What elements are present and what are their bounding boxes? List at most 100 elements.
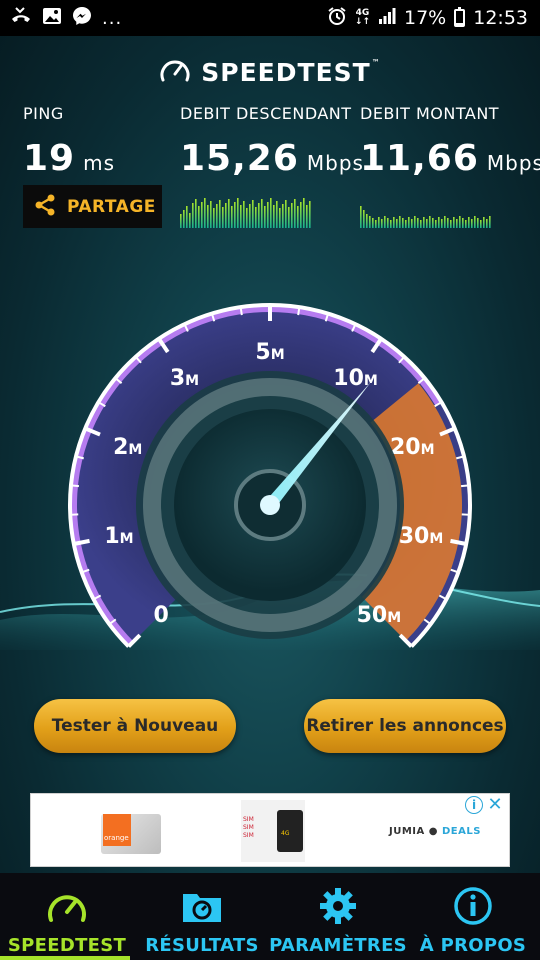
download-graph-bar xyxy=(219,200,221,228)
upload-graph-bar xyxy=(372,218,374,228)
download-graph-bar xyxy=(204,198,206,228)
download-graph-bar xyxy=(189,213,191,228)
download-graph-bar xyxy=(261,199,263,228)
ping-label: PING xyxy=(23,104,64,123)
download-unit: Mbps xyxy=(306,151,364,175)
upload-graph-bar xyxy=(471,219,473,228)
download-graph-bar xyxy=(303,198,305,228)
upload-graph-bar xyxy=(486,219,488,228)
retest-button[interactable]: Tester à Nouveau xyxy=(34,699,236,753)
nav-results[interactable]: RÉSULTATS xyxy=(134,873,270,960)
download-value: 15,26 Mbps xyxy=(180,138,364,179)
status-bar: ... 4G ↓↑ 17% 12:53 xyxy=(0,0,540,36)
upload-graph-bar xyxy=(411,219,413,228)
upload-graph-bar xyxy=(402,218,404,228)
nav-label-speedtest: SPEEDTEST xyxy=(7,935,127,956)
download-graph-bar xyxy=(243,201,245,228)
gauge-tick xyxy=(460,484,470,488)
download-graph-bar xyxy=(207,205,209,228)
upload-graph-bar xyxy=(480,220,482,228)
download-graph-bar xyxy=(198,206,200,228)
upload-graph-bar xyxy=(396,219,398,228)
battery-percent: 17% xyxy=(404,7,447,29)
upload-graph-bar xyxy=(477,218,479,228)
download-graph-bar xyxy=(231,206,233,228)
upload-value: 11,66 Mbps xyxy=(360,138,540,179)
download-graph-bar xyxy=(180,214,182,228)
upload-graph-bar xyxy=(441,219,443,228)
download-graph-bar xyxy=(297,206,299,228)
upload-graph-bar xyxy=(456,219,458,228)
upload-unit: Mbps xyxy=(486,151,540,175)
gauge-tick-label: 0 xyxy=(153,603,168,628)
ad-info-icon[interactable]: i xyxy=(465,796,483,814)
share-icon xyxy=(33,193,57,221)
upload-graph-bar xyxy=(399,216,401,228)
upload-graph-bar xyxy=(426,219,428,228)
signal-icon xyxy=(378,7,396,30)
gauge-tick xyxy=(70,484,80,488)
upload-graph-bar xyxy=(390,220,392,228)
upload-graph-bar xyxy=(423,217,425,228)
download-graph-bar xyxy=(294,199,296,228)
speed-gauge: 01M2M3M5M10M20M30M50M xyxy=(0,303,540,650)
download-graph-bar xyxy=(267,202,269,228)
image-icon xyxy=(42,7,62,29)
upload-graph-bar xyxy=(387,218,389,228)
upload-graph-bar xyxy=(489,216,491,228)
bottom-navigation: SPEEDTEST RÉSULTATS PARAMÈTRES À PROPOS xyxy=(0,873,540,960)
download-graph-bar xyxy=(291,203,293,228)
download-graph-bar xyxy=(306,205,308,228)
gauge-tick xyxy=(239,307,243,316)
upload-graph-bar xyxy=(468,217,470,228)
share-button[interactable]: PARTAGE xyxy=(23,185,162,228)
nav-label-about: À PROPOS xyxy=(419,935,527,956)
upload-graph-bar xyxy=(465,220,467,228)
status-bar-left: ... xyxy=(10,6,122,30)
upload-graph-bar xyxy=(444,216,446,228)
upload-graph-bar xyxy=(450,220,452,228)
download-graph-bar xyxy=(270,198,272,228)
upload-graph-bar xyxy=(438,217,440,228)
ad-brand: JUMIA ● DEALS xyxy=(389,826,481,837)
results-folder-icon xyxy=(180,885,224,927)
nav-about[interactable]: À PROPOS xyxy=(406,873,540,960)
download-graph-bar xyxy=(195,199,197,228)
upload-graph-bar xyxy=(408,217,410,228)
download-graph-bar xyxy=(258,203,260,228)
ad-sim-card-image: orange xyxy=(101,814,161,854)
upload-graph-bar xyxy=(366,214,368,228)
gauge-tick xyxy=(297,307,301,316)
gauge-icon xyxy=(45,885,89,927)
download-graph-bar xyxy=(237,198,239,228)
download-graph-bar xyxy=(279,208,281,228)
remove-ads-button[interactable]: Retirer les annonces xyxy=(304,699,506,753)
download-graph-bar xyxy=(249,204,251,228)
nav-settings[interactable]: PARAMÈTRES xyxy=(269,873,407,960)
upload-graph-bar xyxy=(381,219,383,228)
upload-graph-bar xyxy=(459,216,461,228)
upload-graph-bar xyxy=(369,216,371,228)
upload-graph-bar xyxy=(405,220,407,228)
nav-label-settings: PARAMÈTRES xyxy=(269,935,407,956)
alarm-icon xyxy=(327,6,347,31)
download-label: DEBIT DESCENDANT xyxy=(180,104,352,123)
nav-speedtest[interactable]: SPEEDTEST xyxy=(0,873,134,960)
nav-label-results: RÉSULTATS xyxy=(145,935,259,956)
upload-graph-bar xyxy=(462,218,464,228)
speedtest-logo-icon xyxy=(159,56,191,88)
ad-banner[interactable]: orange SIM SIM SIM 4G JUMIA ● DEALS i ✕ xyxy=(30,793,510,867)
upload-graph-bar xyxy=(447,218,449,228)
download-graph-bar xyxy=(273,205,275,228)
ad-close-icon[interactable]: ✕ xyxy=(485,795,505,815)
download-graph-bar xyxy=(201,202,203,228)
download-graph-bar xyxy=(288,207,290,228)
clock: 12:53 xyxy=(473,7,528,29)
download-graph-bar xyxy=(240,205,242,228)
download-graph-bar xyxy=(282,204,284,228)
gauge-needle-hub xyxy=(260,495,280,515)
upload-graph-bar xyxy=(429,216,431,228)
messenger-icon xyxy=(72,6,92,30)
status-bar-right: 4G ↓↑ 17% 12:53 xyxy=(327,6,528,30)
download-graph-bar xyxy=(186,206,188,228)
